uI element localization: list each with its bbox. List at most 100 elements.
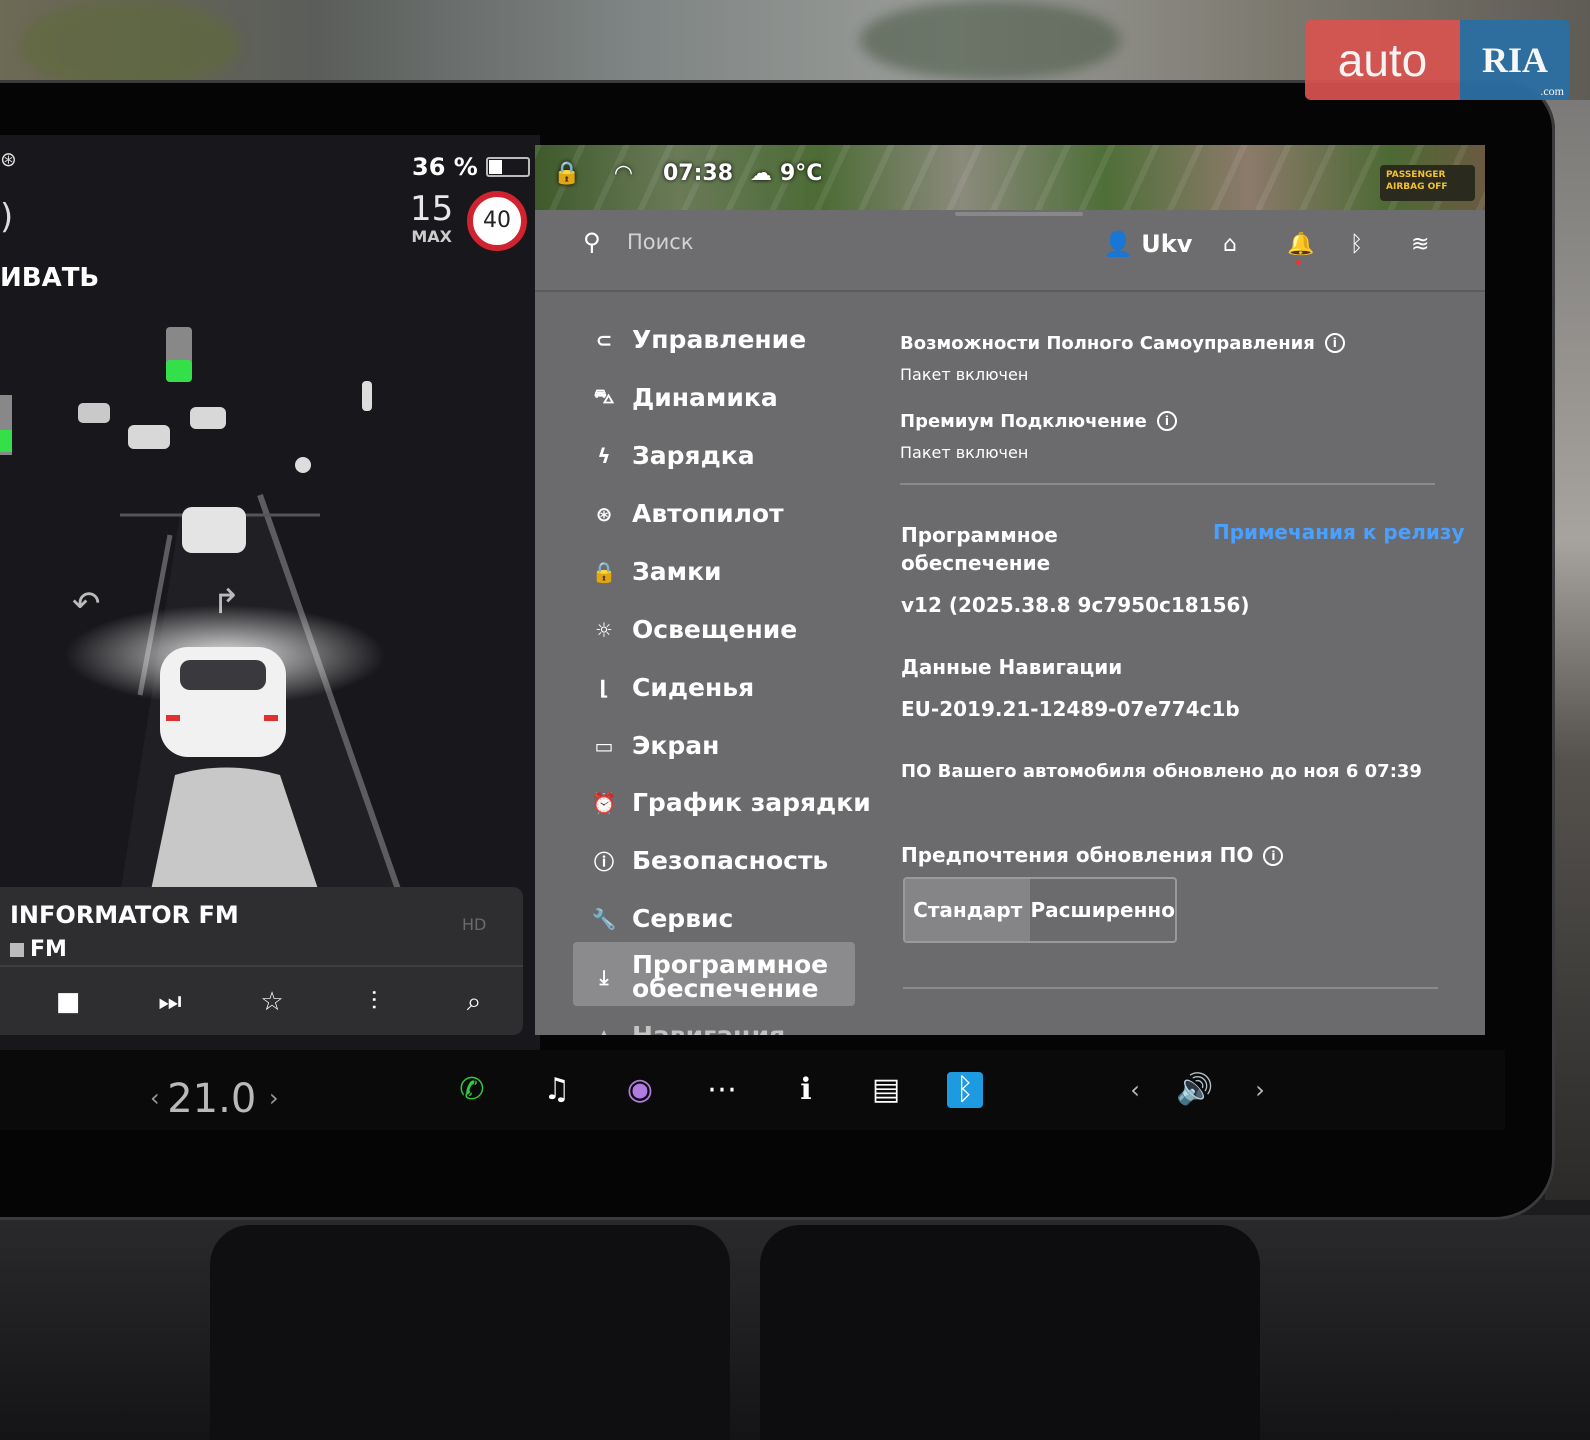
vehicle [78, 403, 110, 423]
phone-icon[interactable]: ✆ [452, 1070, 492, 1110]
equalizer-button[interactable]: ⫶ [354, 987, 394, 1018]
info-icon[interactable]: i [1263, 846, 1284, 866]
nav-data-title: Данные Навигации [901, 655, 1123, 679]
temperature-value[interactable]: 21.0 [167, 1076, 256, 1122]
menu-item[interactable]: ⌊ Сиденья [590, 673, 754, 702]
alert-circle-icon: ⓘ [594, 850, 614, 874]
menu-item[interactable]: 🔧 Сервис [590, 904, 734, 933]
next-track-button[interactable]: ⏭ [150, 987, 190, 1018]
station-name: INFORMATOR FM [10, 901, 239, 929]
menu-item[interactable]: ▭ Экран [590, 731, 720, 760]
volume-down-button[interactable]: ‹ [1115, 1070, 1155, 1110]
bell-icon[interactable]: 🔔 [1287, 232, 1314, 257]
navigation-icon: ▲ [590, 1024, 618, 1036]
taillight [166, 715, 180, 721]
menu-item[interactable]: ⏰ График зарядки [590, 788, 871, 817]
bolt-icon: ϟ [597, 443, 611, 468]
weather-icon: ☁ [750, 161, 772, 186]
garage-icon[interactable]: ⌂ [1223, 232, 1237, 257]
menu-item-label: Безопасность [632, 846, 829, 875]
notification-dot [1296, 260, 1301, 265]
software-title-line2: обеспечение [901, 551, 1051, 575]
menu-item[interactable]: ⛍ Динамика [590, 383, 778, 412]
lock-icon: 🔒 [591, 559, 617, 584]
vehicle [128, 425, 170, 449]
driving-visualization: ⊛ ) ИВАТЬ 36 % 15 MAX 40 ↶ ↱ INFORMATOR … [0, 135, 540, 1050]
pedestrian [362, 381, 372, 411]
software-section-title: Программное обеспечение [901, 521, 1058, 577]
menu-item-label: Замки [632, 557, 722, 586]
section-divider [900, 483, 1435, 485]
option-standard[interactable]: Стандарт [905, 879, 1031, 941]
option-advanced[interactable]: Расширенно [1030, 879, 1175, 941]
menu-item-label: Экран [632, 731, 720, 760]
music-icon[interactable]: ♫ [537, 1070, 577, 1110]
alarm-clock-icon: ⏰ [591, 790, 617, 815]
search-icon[interactable]: ⚲ [583, 228, 601, 256]
watermark-auto: auto [1305, 20, 1460, 100]
radio-band-label: FM [30, 937, 67, 962]
passenger-airbag-indicator: PASSENGER AIRBAG OFF [1380, 165, 1475, 201]
car-icon: ⛍ [593, 384, 615, 408]
menu-item[interactable]: ⊛ Автопилот [590, 499, 784, 528]
release-notes-link[interactable]: Примечания к релизу [1213, 520, 1465, 544]
notes-icon[interactable]: ▤ [866, 1070, 906, 1110]
watermark-com: .com [1540, 84, 1564, 98]
user-name: Ukv [1141, 230, 1193, 258]
lock-status-icon[interactable]: 🔒 [553, 161, 580, 186]
menu-item-label: Сервис [632, 904, 734, 933]
favorite-button[interactable]: ☆ [252, 987, 292, 1017]
wifi-icon[interactable]: ≋ [1411, 232, 1429, 257]
cyclist [295, 457, 311, 473]
fsd-status: Пакет включен [900, 365, 1029, 384]
manual-icon[interactable]: ℹ [786, 1070, 826, 1110]
info-icon[interactable]: i [1324, 333, 1345, 353]
search-input[interactable]: Поиск [627, 230, 694, 254]
menu-item[interactable]: ⓘ Безопасность [590, 846, 828, 875]
wifi-status-icon: ◠ [615, 161, 632, 186]
menu-item[interactable]: ⤓ Программное обеспечение [590, 952, 852, 1001]
volume-icon[interactable]: 🔊 [1175, 1070, 1215, 1110]
sun-icon: ☼ [595, 617, 613, 642]
background-seat [210, 1225, 730, 1440]
more-apps-icon[interactable]: ⋯ [702, 1070, 742, 1110]
media-divider [0, 965, 523, 967]
premium-title: Премиум Подключение [900, 411, 1147, 432]
temp-increase-button[interactable]: › [269, 1084, 279, 1112]
fsd-title: Возможности Полного Самоуправления [900, 333, 1315, 354]
software-title-line1: Программное [901, 523, 1058, 547]
media-search-button[interactable]: ⌕ [454, 987, 494, 1018]
hd-radio-icon: HD [462, 915, 487, 934]
section-divider [903, 987, 1438, 989]
update-status: ПО Вашего автомобиля обновлено до ноя 6 … [901, 761, 1422, 782]
menu-item[interactable]: ϟ Зарядка [590, 441, 754, 470]
wrench-icon: 🔧 [591, 906, 617, 931]
menu-item-label: Автопилот [632, 499, 784, 528]
menu-item[interactable]: 🔒 Замки [590, 557, 722, 586]
panel-drag-handle[interactable] [955, 212, 1083, 216]
stop-button[interactable]: ■ [48, 987, 88, 1017]
menu-item[interactable]: ☼ Освещение [590, 615, 797, 644]
info-icon[interactable]: i [1156, 411, 1177, 431]
menu-item-label: Освещение [632, 615, 798, 644]
seat-icon: ⌊ [599, 675, 609, 700]
menu-item[interactable]: ▲ Навигация [590, 1021, 785, 1035]
search-bar: ⚲ Поиск 👤 Ukv ⌂ 🔔 ᛒ ≋ [535, 210, 1485, 292]
toggle-icon: ⊂ [595, 327, 613, 352]
watermark-ria: RIA .com [1460, 20, 1570, 100]
bluetooth-app-icon[interactable]: ᛒ [947, 1072, 983, 1108]
background-seat [760, 1225, 1260, 1440]
vehicle [190, 407, 226, 429]
airbag-line1: PASSENGER [1386, 170, 1446, 180]
bluetooth-icon[interactable]: ᛒ [1350, 232, 1363, 257]
steering-wheel-icon: ⊛ [595, 501, 613, 526]
temp-decrease-button[interactable]: ‹ [150, 1084, 167, 1112]
update-mode-selector: Стандарт Расширенно [903, 877, 1177, 943]
volume-up-button[interactable]: › [1240, 1070, 1280, 1110]
user-icon: 👤 [1103, 230, 1142, 258]
camera-icon[interactable]: ◉ [620, 1070, 660, 1110]
driver-profile[interactable]: 👤 Ukv [1103, 230, 1192, 258]
radio-icon [10, 943, 24, 957]
menu-item[interactable]: ⊂ Управление [590, 325, 807, 354]
menu-item-label: Сиденья [632, 673, 755, 702]
